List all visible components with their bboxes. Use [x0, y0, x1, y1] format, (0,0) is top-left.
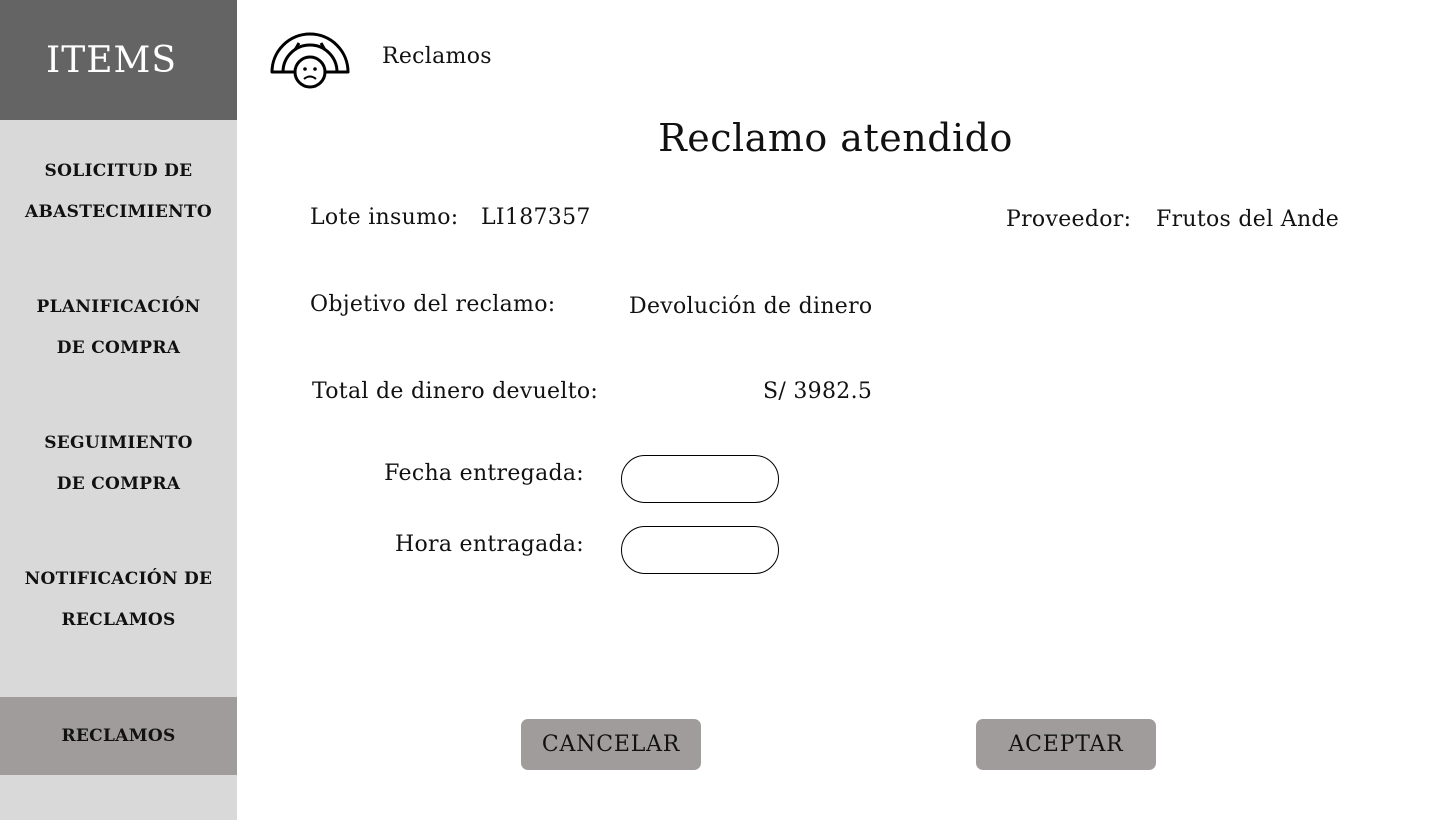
lote-insumo-value: LI187357 [481, 205, 591, 230]
sidebar-item-planificacion-compra[interactable]: PLANIFICACIÓN DE COMPRA [0, 287, 237, 369]
page-label: Reclamos [382, 44, 492, 69]
sidebar-item-label: RECLAMOS [61, 610, 176, 630]
sidebar-item-label: DE COMPRA [56, 474, 181, 494]
cancel-button[interactable]: CANCELAR [521, 719, 701, 770]
sidebar-item-label: SOLICITUD DE [44, 161, 193, 181]
sidebar-title: ITEMS [45, 39, 178, 81]
hora-entregada-label: Hora entragada: [394, 532, 584, 557]
sidebar-item-notificacion-reclamos[interactable]: NOTIFICACIÓN DE RECLAMOS [0, 559, 237, 641]
sidebar-header: ITEMS [0, 0, 237, 120]
sidebar-item-reclamos[interactable]: RECLAMOS [0, 697, 237, 775]
fecha-entregada-label: Fecha entregada: [384, 461, 584, 486]
accept-button[interactable]: ACEPTAR [976, 719, 1156, 770]
hora-entregada-input[interactable] [621, 526, 779, 574]
sidebar-item-label: PLANIFICACIÓN [36, 297, 201, 317]
objetivo-reclamo-value: Devolución de dinero [629, 294, 873, 319]
objetivo-reclamo-label: Objetivo del reclamo: [310, 292, 556, 317]
page-title: Reclamo atendido [237, 116, 1440, 160]
fecha-entregada-input[interactable] [621, 455, 779, 503]
proveedor-value: Frutos del Ande [1156, 207, 1340, 232]
sidebar-item-label: ABASTECIMIENTO [24, 202, 213, 222]
app-window: ITEMS SOLICITUD DE ABASTECIMIENTO PLANIF… [0, 0, 1440, 820]
sidebar-item-seguimiento-compra[interactable]: SEGUIMIENTO DE COMPRA [0, 423, 237, 505]
sidebar: ITEMS SOLICITUD DE ABASTECIMIENTO PLANIF… [0, 0, 237, 820]
sad-face-arc-icon [270, 32, 350, 90]
lote-insumo-label: Lote insumo: [310, 205, 459, 230]
sidebar-item-label: RECLAMOS [61, 726, 176, 746]
total-devuelto-label: Total de dinero devuelto: [312, 379, 599, 404]
page-title-text: Reclamo atendido [658, 116, 1013, 160]
sidebar-item-solicitud-abastecimiento[interactable]: SOLICITUD DE ABASTECIMIENTO [0, 151, 237, 233]
proveedor-label: Proveedor: [1006, 207, 1132, 232]
total-devuelto-value: S/ 3982.5 [763, 379, 873, 404]
sidebar-item-label: NOTIFICACIÓN DE [24, 569, 213, 589]
sidebar-item-label: DE COMPRA [56, 338, 181, 358]
sidebar-item-label: SEGUIMIENTO [44, 433, 193, 453]
